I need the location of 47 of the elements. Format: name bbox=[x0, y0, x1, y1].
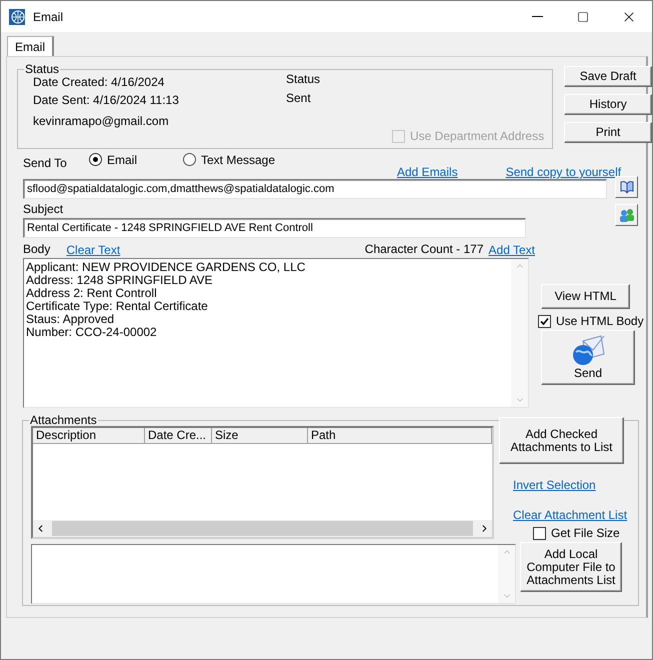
checkbox[interactable]: Get File Size bbox=[533, 526, 620, 540]
checkbox[interactable]: Use HTML Body bbox=[538, 314, 644, 328]
recipients-field[interactable]: sflood@spatialdatalogic.com,dmatthews@spatialdatalogic.com bbox=[23, 179, 607, 199]
window-title: Email bbox=[33, 10, 64, 24]
link[interactable]: Clear Text bbox=[66, 243, 120, 257]
radio-button[interactable] bbox=[183, 153, 196, 166]
radio-option[interactable]: Text Message bbox=[183, 153, 276, 170]
attachments-list[interactable]: Description Date Cre... Size Path bbox=[31, 426, 494, 539]
column-header[interactable]: Description bbox=[33, 428, 145, 443]
status-value: Sent bbox=[286, 91, 312, 105]
column-header[interactable]: Size bbox=[212, 428, 308, 443]
link[interactable]: Add Emails bbox=[397, 165, 458, 179]
check-mark-icon bbox=[540, 316, 549, 326]
globe-envelope-icon bbox=[571, 335, 605, 367]
link[interactable]: Clear Attachment List bbox=[513, 508, 628, 522]
view-html-button[interactable]: View HTML bbox=[541, 284, 630, 309]
date-sent: Date Sent: 4/16/2024 11:13 bbox=[33, 93, 179, 107]
action-button[interactable]: Print bbox=[564, 122, 652, 143]
radio-button[interactable] bbox=[89, 153, 102, 166]
character-count: Character Count - 177 bbox=[364, 242, 484, 257]
group-title: Attachments bbox=[29, 414, 98, 426]
group-title: Status bbox=[24, 63, 60, 75]
add-local-file-button[interactable]: Add Local Computer File to Attachments List bbox=[520, 542, 622, 592]
subject-label: Subject bbox=[23, 202, 64, 216]
send-to-label: Send To bbox=[23, 156, 68, 170]
subject-field[interactable]: Rental Certificate - 1248 SPRINGFIELD AVE Rent Controll bbox=[23, 218, 526, 238]
status-label: Status bbox=[286, 72, 320, 86]
action-button[interactable]: History bbox=[564, 94, 652, 115]
action-button[interactable]: Save Draft bbox=[564, 66, 652, 87]
column-header[interactable]: Date Cre... bbox=[145, 428, 212, 443]
link[interactable]: Add Text bbox=[488, 243, 535, 257]
radio-option[interactable]: Email bbox=[89, 153, 183, 170]
tab[interactable]: Email bbox=[7, 36, 54, 57]
minimize-icon bbox=[532, 16, 542, 17]
link[interactable]: Send copy to yourself bbox=[506, 165, 622, 179]
column-header[interactable]: Path bbox=[308, 428, 492, 443]
maximize-icon bbox=[577, 10, 589, 22]
body-label: Body bbox=[23, 242, 50, 257]
horizontal-scrollbar[interactable] bbox=[33, 520, 492, 537]
add-checked-button[interactable]: Add Checked Attachments to List bbox=[499, 417, 624, 464]
send-button[interactable]: Send bbox=[541, 330, 635, 385]
link[interactable]: Invert Selection bbox=[513, 478, 628, 492]
sender-email: kevinramapo@gmail.com bbox=[33, 114, 169, 128]
contacts-icon[interactable] bbox=[615, 204, 638, 226]
radio-dot-icon bbox=[93, 157, 98, 162]
date-created: Date Created: 4/16/2024 bbox=[33, 75, 166, 89]
globe-app-icon bbox=[9, 8, 25, 24]
